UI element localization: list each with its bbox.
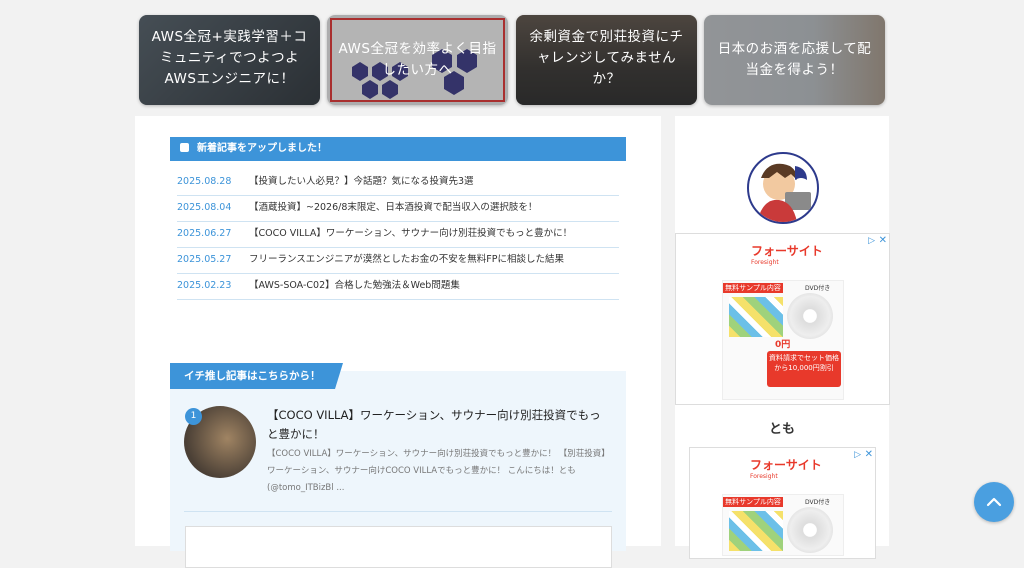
article-card-sake-investment[interactable]: 日本のお酒を応援して配当金を得よう！ <box>704 15 885 105</box>
chevron-up-icon <box>986 497 1002 507</box>
card-title: AWS全冠+実践学習＋コミュニティでつよつよAWSエンジニアに！ <box>151 29 308 87</box>
pickup-section: イチ推し記事はこちらから！ 1 【COCO VILLA】ワーケーション、サウナー… <box>170 363 626 551</box>
news-heading: 新着記事をアップしました！ <box>170 137 626 161</box>
news-date: 2025.08.28 <box>177 176 232 187</box>
adchoices-icon: ▷ <box>868 236 875 246</box>
sidebar: ▷ ✕ フォーサイト Foresight 無料サンプル内容 DVD付き 0円 資料… <box>675 116 890 559</box>
ad-brand-logo: フォーサイト Foresight <box>750 458 822 480</box>
author-avatar[interactable] <box>747 152 819 224</box>
news-title: フリーランスエンジニアが漠然としたお金の不安を無料FPに相談した結果 <box>249 254 565 265</box>
rss-icon <box>180 143 189 152</box>
news-item[interactable]: 2025.06.27 【COCO VILLA】ワーケーション、サウナー向け別荘投資… <box>177 221 619 248</box>
card-title: 余剰資金で別荘投資にチャレンジしてみませんか？ <box>529 29 684 87</box>
news-date: 2025.05.27 <box>177 254 232 265</box>
author-illustration-icon <box>757 163 811 222</box>
news-date: 2025.08.04 <box>177 202 232 213</box>
main-content: 新着記事をアップしました！ 2025.08.28 【投資したい人必見？】今話題？気… <box>135 116 661 568</box>
news-item[interactable]: 2025.08.04 【酒蔵投資】~2026/8末限定、日本酒投資で配当収入の選択… <box>177 195 619 222</box>
card-title: AWS全冠を効率よく目指したい方へ <box>338 41 497 78</box>
rank-badge: 1 <box>185 408 202 425</box>
news-item[interactable]: 2025.08.28 【投資したい人必見？】今話題？気になる投資先3選 <box>177 169 619 196</box>
news-date: 2025.02.23 <box>177 280 232 291</box>
ad-close-icon[interactable]: ✕ <box>879 235 887 246</box>
author-name: とも <box>768 422 795 437</box>
ad-creative: 無料サンプル内容 DVD付き 0円 資料請求でセット価格から10,000円割引 <box>722 280 844 400</box>
pickup-heading: イチ推し記事はこちらから！ <box>170 363 342 389</box>
scroll-to-top-button[interactable] <box>974 482 1014 522</box>
card-title: 日本のお酒を応援して配当金を得よう！ <box>717 41 872 78</box>
article-card-villa-investment[interactable]: 余剰資金で別荘投資にチャレンジしてみませんか？ <box>516 15 697 105</box>
pickup-title[interactable]: 【COCO VILLA】ワーケーション、サウナー向け別荘投資でもっと豊かに！ <box>267 406 612 444</box>
inline-ad[interactable] <box>185 526 612 568</box>
sidebar-ad-2[interactable]: ▷ ✕ フォーサイト Foresight 無料サンプル内容 DVD付き <box>689 447 876 559</box>
news-title: 【酒蔵投資】~2026/8末限定、日本酒投資で配当収入の選択肢を！ <box>249 202 538 213</box>
news-title: 【AWS-SOA-C02】合格した勉強法＆Web問題集 <box>249 280 460 291</box>
news-title: 【COCO VILLA】ワーケーション、サウナー向け別荘投資でもっと豊かに！ <box>249 228 573 239</box>
pickup-excerpt: 【COCO VILLA】ワーケーション、サウナー向け別荘投資でもっと豊かに！ 【… <box>267 449 610 493</box>
news-item[interactable]: 2025.02.23 【AWS-SOA-C02】合格した勉強法＆Web問題集 <box>177 273 619 300</box>
article-card-aws-certification[interactable]: AWS全冠を効率よく目指したい方へ <box>327 15 508 105</box>
ad-brand-logo: フォーサイト Foresight <box>751 244 823 266</box>
article-card-aws-community[interactable]: AWS全冠+実践学習＋コミュニティでつよつよAWSエンジニアに！ <box>139 15 320 105</box>
ad-close-icon[interactable]: ✕ <box>865 449 873 460</box>
news-title: 【投資したい人必見？】今話題？気になる投資先3選 <box>249 176 474 187</box>
news-item[interactable]: 2025.05.27 フリーランスエンジニアが漠然としたお金の不安を無料FPに相談… <box>177 247 619 274</box>
ad-creative: 無料サンプル内容 DVD付き <box>722 494 844 556</box>
adchoices-icon: ▷ <box>854 450 861 460</box>
news-date: 2025.06.27 <box>177 228 232 239</box>
sidebar-ad[interactable]: ▷ ✕ フォーサイト Foresight 無料サンプル内容 DVD付き 0円 資料… <box>675 233 890 405</box>
pickup-divider <box>184 511 612 512</box>
